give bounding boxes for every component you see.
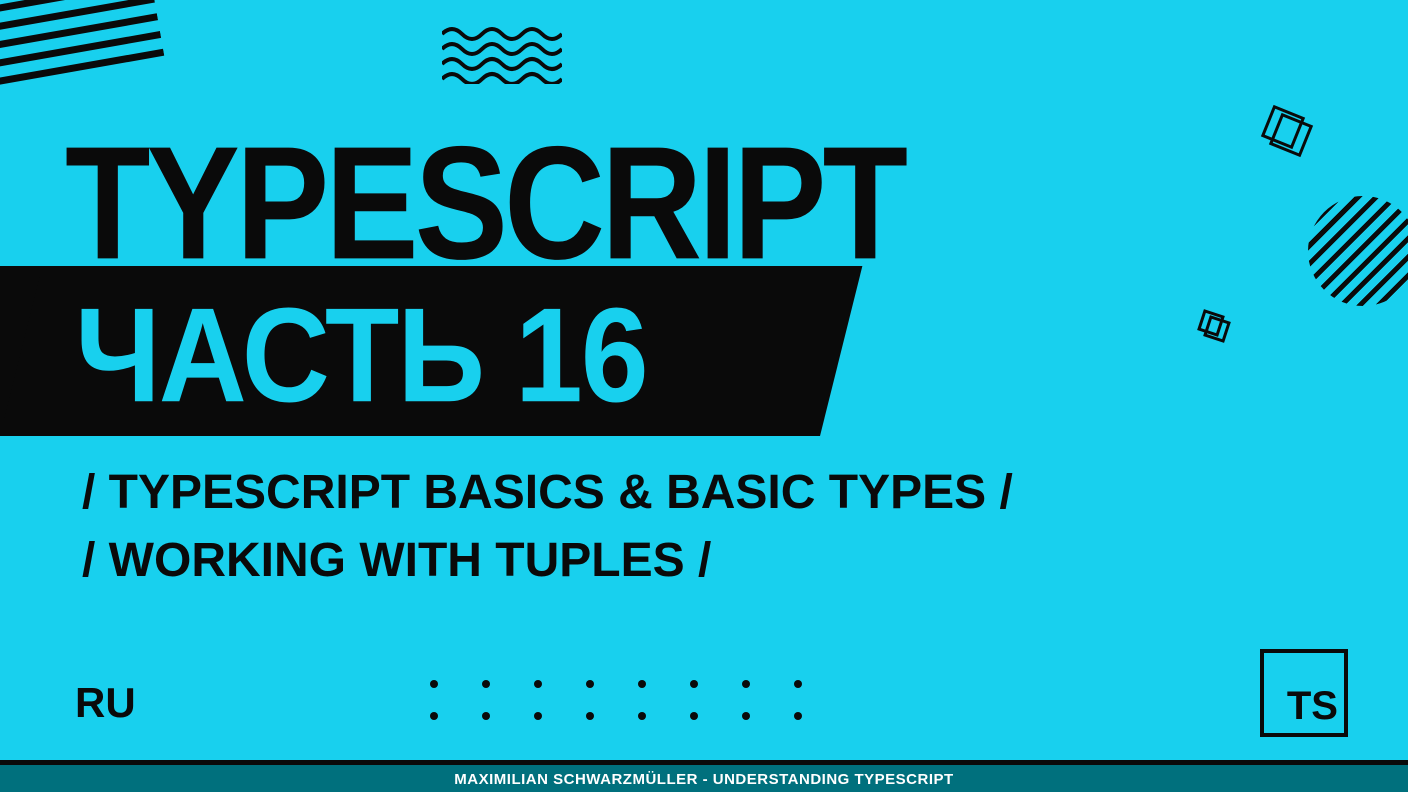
footer-credit: MAXIMILIAN SCHWARZMÜLLER - UNDERSTANDING… — [0, 760, 1408, 792]
slide-thumbnail: TYPESCRIPT ЧАСТЬ 16 / TYPESCRIPT BASICS … — [0, 0, 1408, 792]
subtitle-line-1: / TYPESCRIPT BASICS & BASIC TYPES / — [82, 465, 1013, 520]
language-badge: RU — [75, 679, 136, 727]
dot-grid-icon — [430, 680, 804, 722]
typescript-logo-text: TS — [1287, 684, 1338, 729]
typescript-logo: TS — [1260, 649, 1348, 737]
square-outline-icon — [1203, 315, 1231, 343]
subtitle-line-2: / WORKING WITH TUPLES / — [82, 533, 711, 588]
waves-icon — [442, 24, 562, 84]
hatched-circle-icon — [1308, 196, 1408, 306]
part-number: ЧАСТЬ 16 — [75, 278, 647, 432]
